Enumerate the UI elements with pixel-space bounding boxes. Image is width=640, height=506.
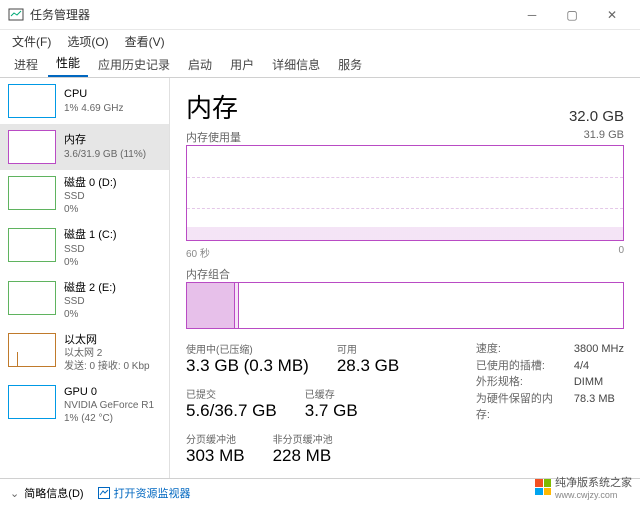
info-table: 速度: 3800 MHz 已使用的插槽: 4/4 外形规格: DIMM 为硬件保留的内… <box>476 341 624 476</box>
sidebar-sub: SSD <box>64 190 117 203</box>
paged-label: 分页缓冲池 <box>186 431 245 446</box>
hwres-val: 78.3 MB <box>574 391 615 424</box>
time-axis-right: 0 <box>618 245 624 260</box>
sidebar-sub: SSD <box>64 243 117 256</box>
form-val: DIMM <box>574 374 603 391</box>
used-label: 使用中(已压缩) <box>186 341 309 356</box>
tab-startup[interactable]: 启动 <box>180 52 220 77</box>
ethernet-thumb-icon <box>8 333 56 367</box>
cached-label: 已缓存 <box>305 386 358 401</box>
sidebar-label: CPU <box>64 87 123 101</box>
sidebar-label: 内存 <box>64 133 146 147</box>
sidebar-label: 磁盘 2 (E:) <box>64 281 116 295</box>
sidebar-sub2: 0% <box>64 308 116 321</box>
menu-view[interactable]: 查看(V) <box>119 31 171 52</box>
memory-total: 32.0 GB <box>569 108 624 125</box>
window-title: 任务管理器 <box>30 6 512 23</box>
used-value: 3.3 GB (0.3 MB) <box>186 356 309 376</box>
sidebar-item-memory[interactable]: 内存 3.6/31.9 GB (11%) <box>0 124 169 170</box>
tab-processes[interactable]: 进程 <box>6 52 46 77</box>
open-resmon-link[interactable]: 打开资源监视器 <box>98 485 191 501</box>
compose-label: 内存组合 <box>186 266 230 282</box>
fewer-details-button[interactable]: ⌄ 简略信息(D) <box>10 485 84 501</box>
app-icon <box>8 7 24 23</box>
disk-thumb-icon <box>8 176 56 210</box>
watermark: 纯净版系统之家 www.cwjzy.com <box>535 474 632 500</box>
sidebar-label: 磁盘 0 (D:) <box>64 176 117 190</box>
gpu-thumb-icon <box>8 385 56 419</box>
form-key: 外形规格: <box>476 374 566 391</box>
menu-file[interactable]: 文件(F) <box>6 31 57 52</box>
windows-logo-icon <box>535 479 551 495</box>
minimize-button[interactable]: ─ <box>512 1 552 29</box>
tabbar: 进程 性能 应用历史记录 启动 用户 详细信息 服务 <box>0 52 640 78</box>
commit-value: 5.6/36.7 GB <box>186 401 277 421</box>
cpu-thumb-icon <box>8 84 56 118</box>
sidebar-sub2: 发送: 0 接收: 0 Kbp <box>64 360 150 373</box>
titlebar: 任务管理器 ─ ▢ ✕ <box>0 0 640 30</box>
time-axis-left: 60 秒 <box>186 245 210 260</box>
sidebar-sub2: 0% <box>64 203 117 216</box>
resmon-icon <box>98 487 110 499</box>
slots-key: 已使用的插槽: <box>476 358 566 375</box>
sidebar-sub: 3.6/31.9 GB (11%) <box>64 148 146 161</box>
sidebar-item-cpu[interactable]: CPU 1% 4.69 GHz <box>0 78 169 124</box>
tab-performance[interactable]: 性能 <box>48 50 88 77</box>
close-button[interactable]: ✕ <box>592 1 632 29</box>
page-title: 内存 <box>186 88 238 125</box>
disk-thumb-icon <box>8 228 56 262</box>
sidebar-item-disk1[interactable]: 磁盘 1 (C:) SSD 0% <box>0 222 169 274</box>
sidebar-item-gpu[interactable]: GPU 0 NVIDIA GeForce R1 1% (42 °C) <box>0 379 169 431</box>
cached-value: 3.7 GB <box>305 401 358 421</box>
compose-free-seg <box>239 283 623 328</box>
commit-label: 已提交 <box>186 386 277 401</box>
sidebar-sub: NVIDIA GeForce R1 <box>64 399 154 412</box>
avail-label: 可用 <box>337 341 399 356</box>
sidebar-item-disk0[interactable]: 磁盘 0 (D:) SSD 0% <box>0 170 169 222</box>
speed-key: 速度: <box>476 341 566 358</box>
usage-max: 31.9 GB <box>584 129 624 145</box>
tab-services[interactable]: 服务 <box>330 52 370 77</box>
sidebar-sub: 以太网 2 <box>64 347 150 360</box>
sidebar: CPU 1% 4.69 GHz 内存 3.6/31.9 GB (11%) 磁盘 … <box>0 78 170 478</box>
disk-thumb-icon <box>8 281 56 315</box>
memory-composition-chart[interactable] <box>186 282 624 329</box>
hwres-key: 为硬件保留的内存: <box>476 391 566 424</box>
memory-thumb-icon <box>8 130 56 164</box>
avail-value: 28.3 GB <box>337 356 399 376</box>
memory-usage-chart[interactable] <box>186 145 624 241</box>
menubar: 文件(F) 选项(O) 查看(V) <box>0 30 640 52</box>
chevron-down-icon: ⌄ <box>10 488 19 500</box>
watermark-url: www.cwjzy.com <box>555 490 632 500</box>
sidebar-sub2: 1% (42 °C) <box>64 412 154 425</box>
window-controls: ─ ▢ ✕ <box>512 1 632 29</box>
sidebar-sub: 1% 4.69 GHz <box>64 102 123 115</box>
sidebar-item-disk2[interactable]: 磁盘 2 (E:) SSD 0% <box>0 275 169 327</box>
tab-details[interactable]: 详细信息 <box>264 52 328 77</box>
tab-history[interactable]: 应用历史记录 <box>90 52 178 77</box>
sidebar-sub2: 0% <box>64 256 117 269</box>
nonpaged-label: 非分页缓冲池 <box>273 431 333 446</box>
tab-users[interactable]: 用户 <box>222 52 262 77</box>
sidebar-item-ethernet[interactable]: 以太网 以太网 2 发送: 0 接收: 0 Kbp <box>0 327 169 379</box>
compose-used-seg <box>187 283 235 328</box>
nonpaged-value: 228 MB <box>273 446 333 466</box>
menu-options[interactable]: 选项(O) <box>61 31 114 52</box>
sidebar-sub: SSD <box>64 295 116 308</box>
watermark-text: 纯净版系统之家 <box>555 474 632 490</box>
speed-val: 3800 MHz <box>574 341 624 358</box>
sidebar-label: GPU 0 <box>64 385 154 399</box>
maximize-button[interactable]: ▢ <box>552 1 592 29</box>
main-panel: 内存 32.0 GB 内存使用量 31.9 GB 60 秒 0 内存组合 使用中… <box>170 78 640 478</box>
paged-value: 303 MB <box>186 446 245 466</box>
sidebar-label: 磁盘 1 (C:) <box>64 228 117 242</box>
slots-val: 4/4 <box>574 358 589 375</box>
usage-label: 内存使用量 <box>186 129 241 145</box>
content: CPU 1% 4.69 GHz 内存 3.6/31.9 GB (11%) 磁盘 … <box>0 78 640 478</box>
sidebar-label: 以太网 <box>64 333 150 347</box>
